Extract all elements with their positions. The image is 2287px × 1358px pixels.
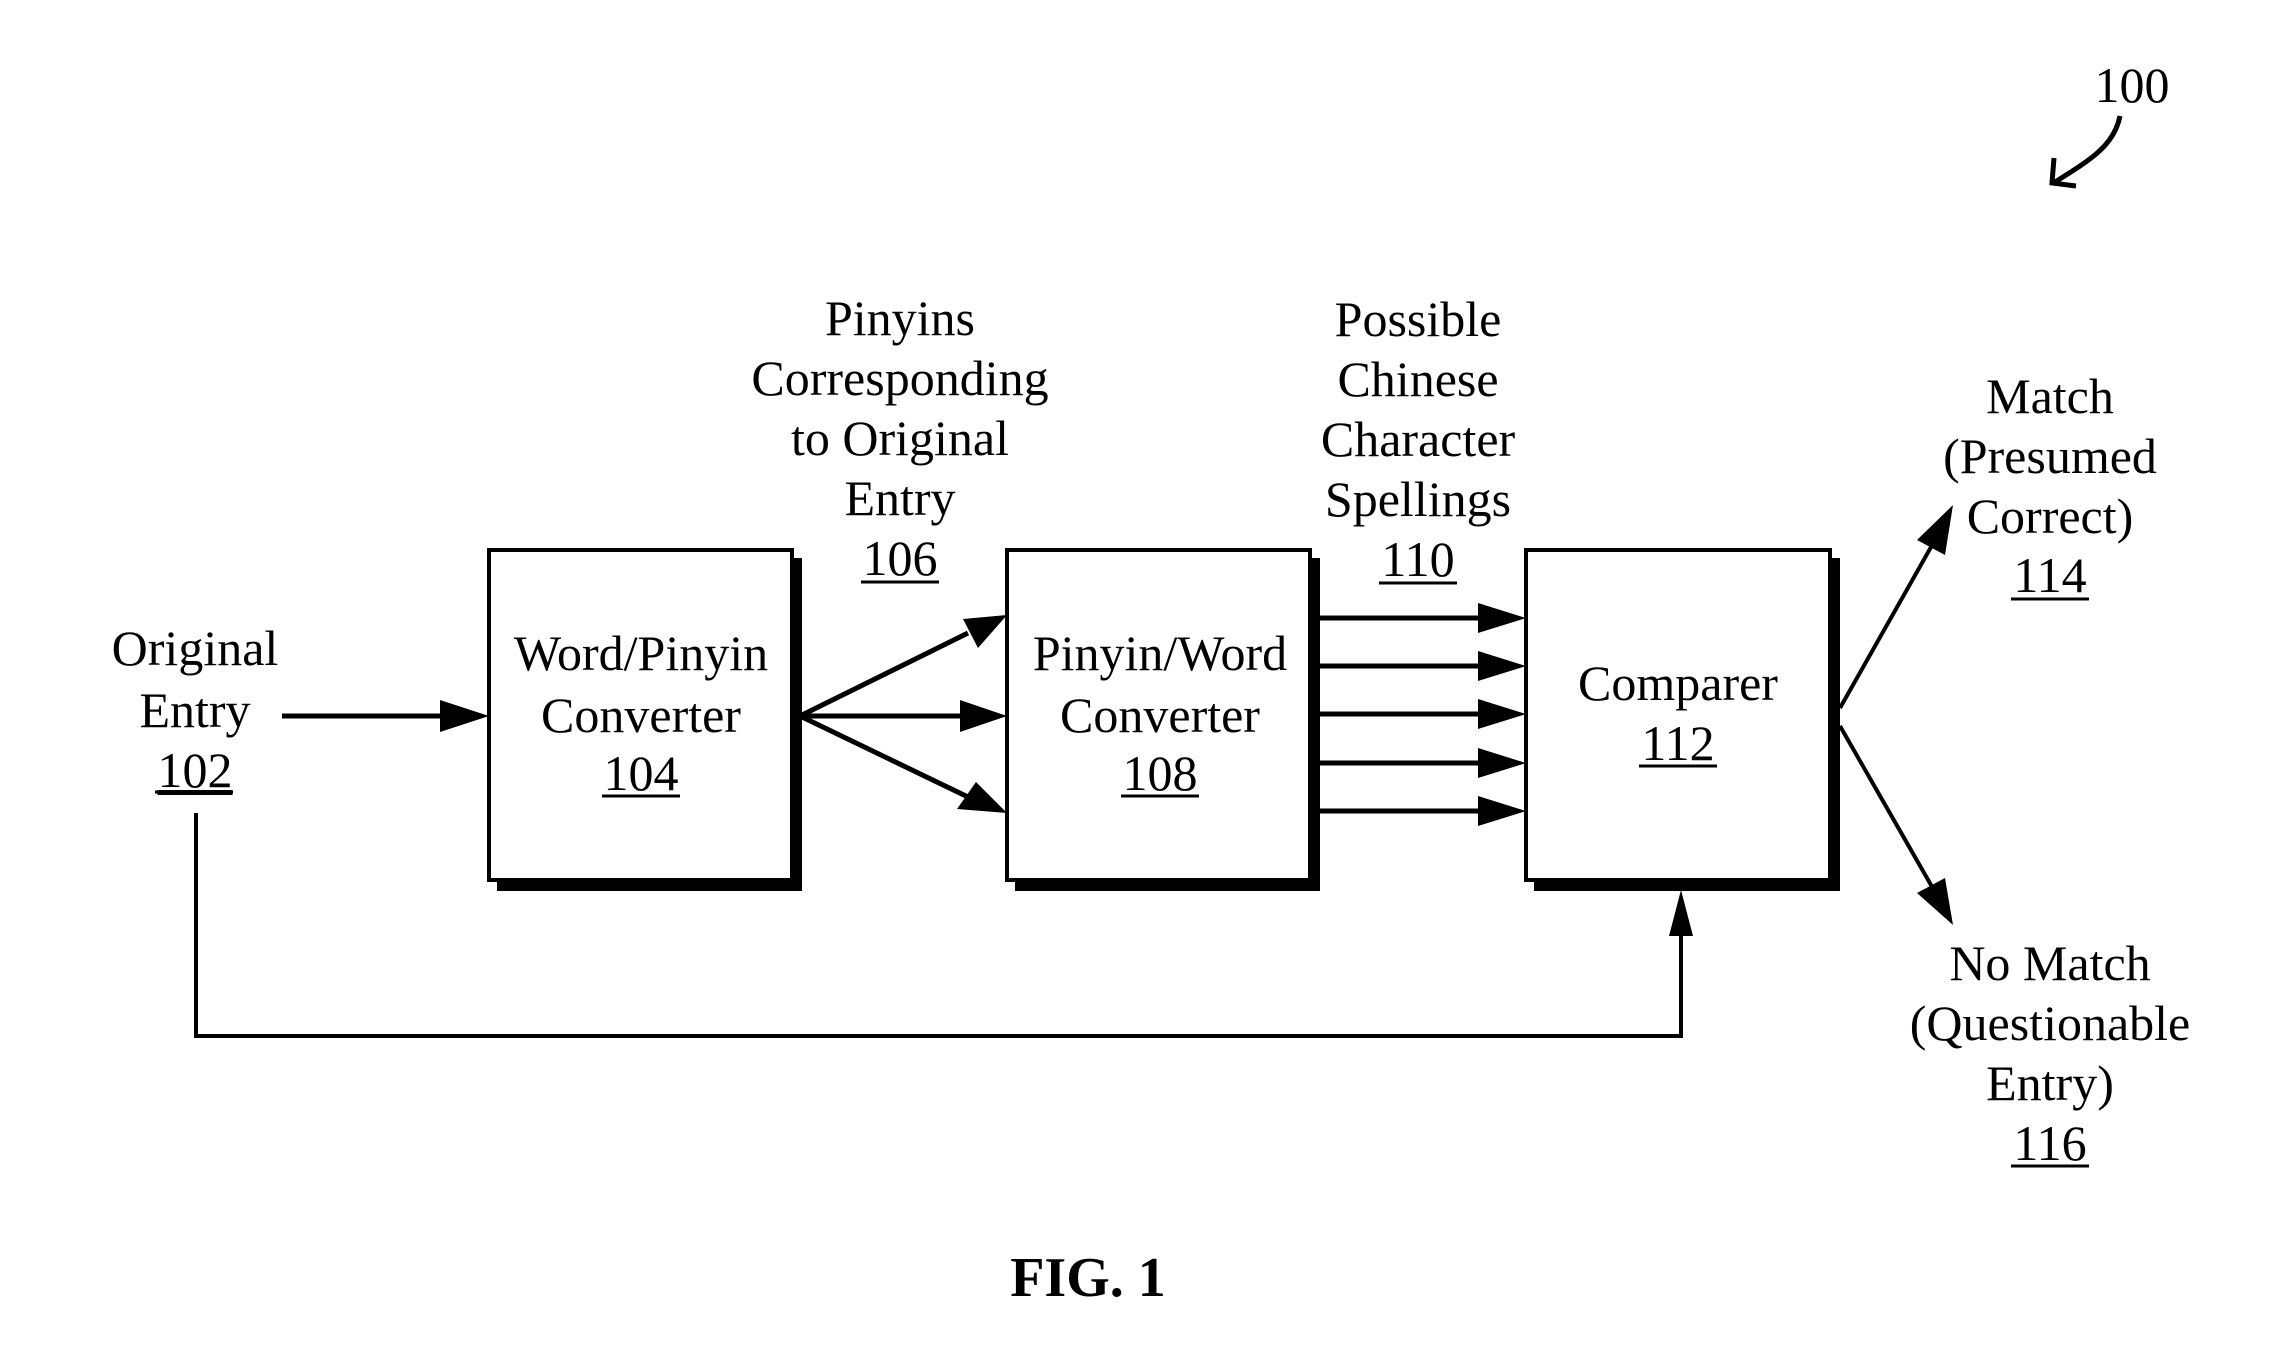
arrow-comparer-to-no-match (1838, 725, 1937, 893)
arrowhead-108-to-112-4-icon (1478, 748, 1526, 778)
arrow-entry-to-comparer (194, 813, 1683, 1038)
word-pinyin-converter-line-2: Converter (541, 687, 741, 743)
arrowhead-108-to-112-5-icon (1478, 796, 1526, 826)
pinyins-label: Pinyins Corresponding to Original Entry … (751, 290, 1048, 586)
arrowhead-108-to-112-1-icon (1478, 603, 1526, 633)
match-line-1: Match (1986, 368, 2114, 424)
possible-spellings-line-1: Possible (1335, 291, 1502, 347)
arrowhead-104-to-108-upper-icon (963, 615, 1007, 648)
original-entry-line-1: Original (112, 620, 279, 676)
word-pinyin-converter-line-1: Word/Pinyin (514, 625, 768, 681)
pinyins-line-3: to Original (791, 410, 1009, 466)
no-match-line-1: No Match (1949, 935, 2150, 991)
figure-ref-arrow (2053, 115, 2123, 185)
match-label: Match (Presumed Correct) 114 (1943, 368, 2157, 603)
arrowhead-comparer-to-no-match-icon (1917, 878, 1953, 925)
original-entry-line-2: Entry (139, 682, 250, 738)
possible-spellings-line-3: Character (1321, 411, 1516, 467)
no-match-ref: 116 (2013, 1115, 2086, 1171)
pinyins-line-4: Entry (844, 470, 955, 526)
word-pinyin-converter-ref: 104 (604, 745, 679, 801)
pinyin-word-converter-box: Pinyin/Word Converter 108 (1005, 548, 1320, 891)
pinyin-word-converter-ref: 108 (1123, 745, 1198, 801)
figure-ref-number: 100 (2095, 57, 2170, 113)
flow-diagram: 100 Original Entry 102 Word/Pinyin Conve… (112, 57, 2191, 1309)
original-entry-label: Original Entry 102 (112, 620, 279, 798)
pinyins-line-1: Pinyins (825, 290, 975, 346)
arrowhead-108-to-112-2-icon (1478, 651, 1526, 681)
possible-spellings-ref: 110 (1381, 531, 1454, 587)
possible-spellings-line-2: Chinese (1337, 351, 1498, 407)
match-ref: 114 (2013, 547, 2086, 603)
match-line-3: Correct) (1967, 488, 2134, 544)
no-match-line-2: (Questionable (1910, 995, 2190, 1051)
pinyin-word-converter-line-1: Pinyin/Word (1033, 625, 1287, 681)
match-line-2: (Presumed (1943, 428, 2157, 484)
word-pinyin-converter-box: Word/Pinyin Converter 104 (487, 548, 802, 891)
comparer-ref: 112 (1641, 715, 1714, 771)
pinyin-word-converter-line-2: Converter (1060, 687, 1260, 743)
comparer-label: Comparer (1578, 655, 1778, 711)
possible-spellings-label: Possible Chinese Character Spellings 110 (1321, 291, 1516, 587)
spelling-arrows (1320, 603, 1526, 826)
pinyins-ref: 106 (863, 530, 938, 586)
arrow-104-to-108-upper (798, 630, 970, 719)
pinyins-line-2: Corresponding (751, 350, 1048, 406)
arrowhead-comparer-to-match-icon (1917, 505, 1953, 555)
no-match-label: No Match (Questionable Entry) 116 (1910, 935, 2190, 1171)
arrowhead-entry-to-comparer-icon (1669, 890, 1693, 936)
arrow-104-to-108-lower (798, 713, 970, 800)
figure-caption: FIG. 1 (1010, 1247, 1166, 1309)
arrowhead-108-to-112-3-icon (1478, 699, 1526, 729)
comparer-box: Comparer 112 (1524, 548, 1840, 891)
no-match-line-3: Entry) (1986, 1055, 2114, 1111)
arrowhead-entry-to-104-icon (440, 700, 489, 732)
arrow-comparer-to-match (1838, 539, 1937, 709)
original-entry-ref: 102 (158, 742, 233, 798)
possible-spellings-line-4: Spellings (1325, 471, 1511, 527)
arrowhead-104-to-108-middle-icon (960, 700, 1007, 732)
